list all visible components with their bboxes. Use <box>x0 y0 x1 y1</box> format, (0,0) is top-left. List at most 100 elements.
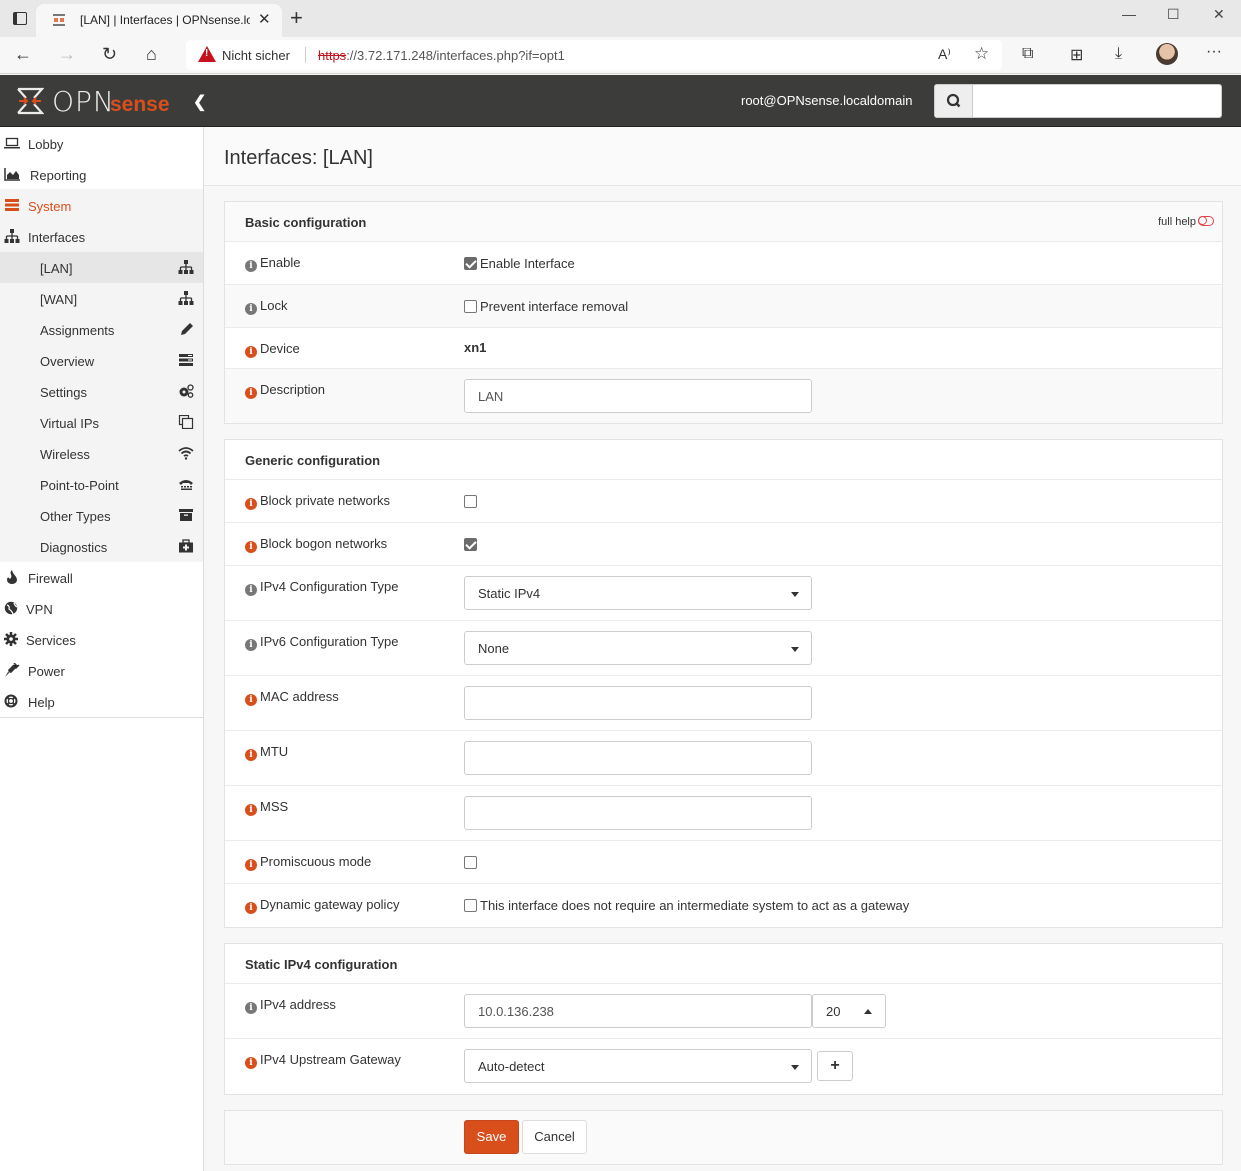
info-icon[interactable]: i <box>245 584 257 596</box>
ipv4-type-select[interactable]: Static IPv4 <box>464 576 812 610</box>
field-label[interactable]: i Enable <box>245 255 300 272</box>
info-icon[interactable]: i <box>245 541 257 553</box>
window-close-icon[interactable]: ✕ <box>1213 6 1225 23</box>
info-icon[interactable]: i <box>245 1057 257 1069</box>
field-label[interactable]: i Description <box>245 382 325 399</box>
sidebar-item-wan[interactable]: [WAN] <box>0 283 203 314</box>
cancel-button[interactable]: Cancel <box>522 1120 587 1154</box>
info-icon[interactable]: i <box>245 260 257 272</box>
search-icon[interactable] <box>935 85 973 117</box>
block-bogon-checkbox[interactable] <box>464 537 480 552</box>
maximize-icon[interactable]: ☐ <box>1167 6 1180 23</box>
field-label[interactable]: i Promiscuous mode <box>245 854 371 871</box>
full-help-toggle[interactable]: full help <box>1158 215 1214 228</box>
field-label[interactable]: i Dynamic gateway policy <box>245 897 399 914</box>
mtu-input[interactable] <box>464 741 812 775</box>
info-icon[interactable]: i <box>245 1002 257 1014</box>
checkbox-checked[interactable] <box>464 538 477 551</box>
sidebar-item-virtual-ips[interactable]: Virtual IPs <box>0 407 203 438</box>
field-label[interactable]: i IPv4 Configuration Type <box>245 579 399 596</box>
sidebar-item-other-types[interactable]: Other Types <box>0 500 203 531</box>
arrow-right-icon[interactable]: → <box>58 44 76 65</box>
sidebar-item-reporting[interactable]: Reporting <box>0 159 203 190</box>
plus-icon[interactable]: + <box>290 5 303 31</box>
info-icon[interactable]: i <box>245 498 257 510</box>
block-private-checkbox[interactable] <box>464 494 480 509</box>
sidebar-item-lan[interactable]: [LAN] <box>0 252 203 283</box>
search-input[interactable] <box>973 85 1221 117</box>
checkbox-checked[interactable] <box>464 257 477 270</box>
add-gateway-button[interactable]: + <box>817 1051 853 1081</box>
checkbox-unchecked[interactable] <box>464 300 477 313</box>
ipv4-address-input[interactable]: 10.0.136.238 <box>464 994 812 1028</box>
info-icon[interactable]: i <box>245 859 257 871</box>
security-label[interactable]: Nicht sicher <box>222 48 290 63</box>
subnet-select[interactable]: 20 <box>812 994 886 1028</box>
prevent-removal-checkbox[interactable]: Prevent interface removal <box>464 299 628 314</box>
checkbox-unchecked[interactable] <box>464 495 477 508</box>
sidebar-item-services[interactable]: Services <box>0 624 203 655</box>
profile-avatar[interactable] <box>1156 43 1178 65</box>
reload-icon[interactable]: ↻ <box>102 44 117 65</box>
field-label[interactable]: i Block bogon networks <box>245 536 387 553</box>
info-icon[interactable]: i <box>245 387 257 399</box>
download-icon[interactable]: ⤓ <box>1115 45 1122 63</box>
address-bar[interactable]: Nicht sicher https://3.72.171.248/interf… <box>186 40 1002 70</box>
info-icon[interactable]: i <box>245 902 257 914</box>
promiscuous-checkbox[interactable] <box>464 855 480 870</box>
field-label[interactable]: i IPv6 Configuration Type <box>245 634 399 651</box>
minimize-icon[interactable]: — <box>1122 6 1136 22</box>
sidebar-item-overview[interactable]: Overview <box>0 345 203 376</box>
field-label[interactable]: i IPv4 address <box>245 997 336 1014</box>
read-aloud-icon[interactable]: A⁾ <box>938 46 951 63</box>
sidebar-item-interfaces[interactable]: Interfaces <box>0 221 203 252</box>
star-add-icon[interactable]: ☆ <box>974 44 989 64</box>
mac-address-input[interactable] <box>464 686 812 720</box>
enable-interface-checkbox[interactable]: Enable Interface <box>464 256 575 271</box>
field-label[interactable]: i Lock <box>245 298 287 315</box>
sidebar-item-vpn[interactable]: VPN <box>0 593 203 624</box>
chevron-left-icon[interactable]: ❮ <box>193 92 206 112</box>
sidebar-item-lobby[interactable]: Lobby <box>0 128 203 159</box>
sidebar-item-diagnostics[interactable]: Diagnostics <box>0 531 203 562</box>
toggle-off-icon[interactable] <box>1197 215 1214 226</box>
info-icon[interactable]: i <box>245 749 257 761</box>
sidebar-item-help[interactable]: Help <box>0 686 203 717</box>
info-icon[interactable]: i <box>245 694 257 706</box>
window-icon[interactable] <box>13 12 27 25</box>
url-text[interactable]: https://3.72.171.248/interfaces.php?if=o… <box>318 48 565 63</box>
checkbox-unchecked[interactable] <box>464 856 477 869</box>
field-label[interactable]: i Block private networks <box>245 493 390 510</box>
info-icon[interactable]: i <box>245 303 257 315</box>
collections-icon[interactable]: ⊞ <box>1070 45 1083 65</box>
warning-icon[interactable] <box>198 46 216 62</box>
field-label[interactable]: i IPv4 Upstream Gateway <box>245 1052 401 1069</box>
sidebar-item-power[interactable]: Power <box>0 655 203 686</box>
user-label[interactable]: root@OPNsense.localdomain <box>741 93 912 108</box>
sidebar-item-assignments[interactable]: Assignments <box>0 314 203 345</box>
field-label[interactable]: i MTU <box>245 744 288 761</box>
sidebar-item-system[interactable]: System <box>0 190 203 221</box>
checkbox-unchecked[interactable] <box>464 899 477 912</box>
mss-input[interactable] <box>464 796 812 830</box>
browser-tab[interactable]: [LAN] | Interfaces | OPNsense.localdomai… <box>36 4 282 37</box>
puzzle-icon[interactable]: ⧉ <box>1022 45 1033 63</box>
info-icon[interactable]: i <box>245 346 257 358</box>
arrow-left-icon[interactable]: ← <box>14 44 32 65</box>
ipv6-type-select[interactable]: None <box>464 631 812 665</box>
sidebar-item-firewall[interactable]: Firewall <box>0 562 203 593</box>
field-label[interactable]: i MSS <box>245 799 288 816</box>
sidebar-item-wireless[interactable]: Wireless <box>0 438 203 469</box>
more-icon[interactable]: ··· <box>1206 43 1222 61</box>
dynamic-gateway-checkbox[interactable]: This interface does not require an inter… <box>464 898 909 913</box>
description-input[interactable]: LAN <box>464 379 812 413</box>
sidebar-item-point-to-point[interactable]: Point-to-Point <box>0 469 203 500</box>
close-icon[interactable]: ✕ <box>258 10 271 28</box>
sidebar-item-settings[interactable]: Settings <box>0 376 203 407</box>
field-label[interactable]: i Device <box>245 341 300 358</box>
save-button[interactable]: Save <box>464 1120 519 1154</box>
gateway-select[interactable]: Auto-detect <box>464 1049 812 1083</box>
field-label[interactable]: i MAC address <box>245 689 339 706</box>
home-icon[interactable]: ⌂ <box>146 44 157 65</box>
info-icon[interactable]: i <box>245 804 257 816</box>
